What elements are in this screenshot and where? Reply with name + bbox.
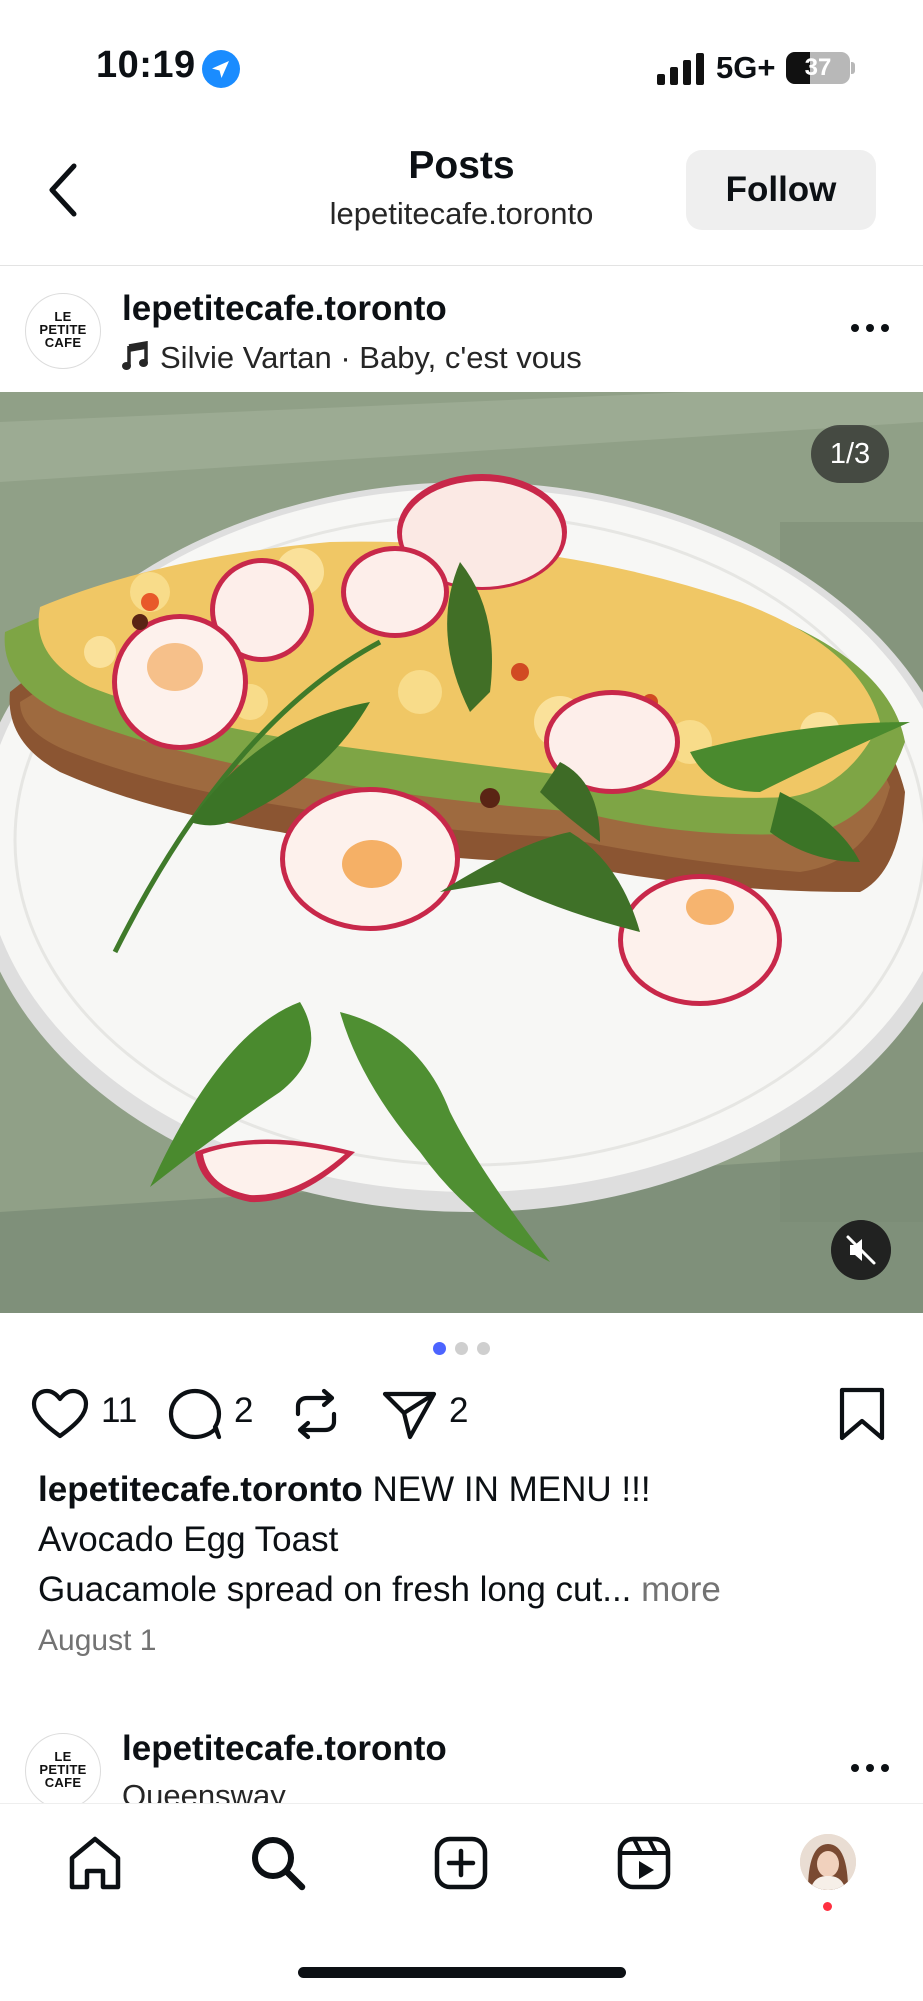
comment-icon[interactable] xyxy=(166,1386,226,1442)
more-options-icon[interactable] xyxy=(848,321,892,335)
reels-icon[interactable] xyxy=(614,1833,674,1893)
cafe-logo: LE PETITE CAFE xyxy=(39,1749,87,1790)
cafe-logo: LE PETITE CAFE xyxy=(39,309,87,350)
post-avatar[interactable]: LE PETITE CAFE xyxy=(25,293,101,369)
carousel-dot xyxy=(455,1342,468,1355)
location-arrow-icon xyxy=(202,50,240,88)
caption-line-1: lepetitecafe.toronto NEW IN MENU !!! xyxy=(38,1465,888,1515)
post-photo[interactable] xyxy=(0,392,923,1313)
heart-icon[interactable] xyxy=(30,1386,90,1442)
more-options-icon[interactable] xyxy=(848,1761,892,1775)
avocado-toast-image xyxy=(0,392,923,1313)
caption-title: NEW IN MENU !!! xyxy=(372,1470,651,1509)
caption-line-2: Avocado Egg Toast xyxy=(38,1520,339,1559)
bookmark-icon[interactable] xyxy=(832,1386,892,1442)
photo-counter: 1/3 xyxy=(811,425,889,483)
status-time: 10:19 xyxy=(96,44,196,86)
shares-count[interactable]: 2 xyxy=(449,1391,468,1431)
music-note-icon xyxy=(122,341,148,370)
search-icon[interactable] xyxy=(248,1833,308,1893)
profile-photo xyxy=(800,1834,856,1890)
carousel-dot xyxy=(433,1342,446,1355)
notification-dot xyxy=(823,1902,832,1911)
post-username[interactable]: lepetitecafe.toronto xyxy=(122,289,447,329)
home-indicator xyxy=(298,1967,626,1978)
cellular-signal-icon xyxy=(657,53,704,85)
share-icon[interactable] xyxy=(380,1386,440,1442)
battery-icon: 37 xyxy=(786,52,850,84)
create-icon[interactable] xyxy=(431,1833,491,1893)
post-music[interactable]: Silvie Vartan · Baby, c'est vous xyxy=(122,340,582,376)
caption-text: Guacamole spread on fresh long cut... xyxy=(38,1570,632,1609)
caption-line-3: Guacamole spread on fresh long cut... mo… xyxy=(38,1565,888,1615)
caption-more-link[interactable]: more xyxy=(641,1570,721,1609)
next-post-avatar[interactable]: LE PETITE CAFE xyxy=(25,1733,101,1809)
post-date: August 1 xyxy=(38,1624,157,1657)
mute-icon[interactable] xyxy=(831,1220,891,1280)
battery-percent: 37 xyxy=(804,54,832,81)
battery-cap xyxy=(851,62,855,74)
profile-avatar[interactable] xyxy=(800,1834,856,1890)
likes-count[interactable]: 11 xyxy=(101,1391,137,1431)
carousel-indicator xyxy=(0,1342,923,1355)
caption-username[interactable]: lepetitecafe.toronto xyxy=(38,1470,363,1509)
header-divider xyxy=(0,265,923,266)
post-music-label: Silvie Vartan · Baby, c'est vous xyxy=(160,340,582,375)
follow-button[interactable]: Follow xyxy=(686,150,876,230)
home-icon[interactable] xyxy=(65,1833,125,1893)
comments-count[interactable]: 2 xyxy=(234,1391,253,1431)
network-type: 5G+ xyxy=(716,50,776,85)
carousel-dot xyxy=(477,1342,490,1355)
repost-icon[interactable] xyxy=(286,1386,346,1442)
next-post-username[interactable]: lepetitecafe.toronto xyxy=(122,1729,447,1769)
